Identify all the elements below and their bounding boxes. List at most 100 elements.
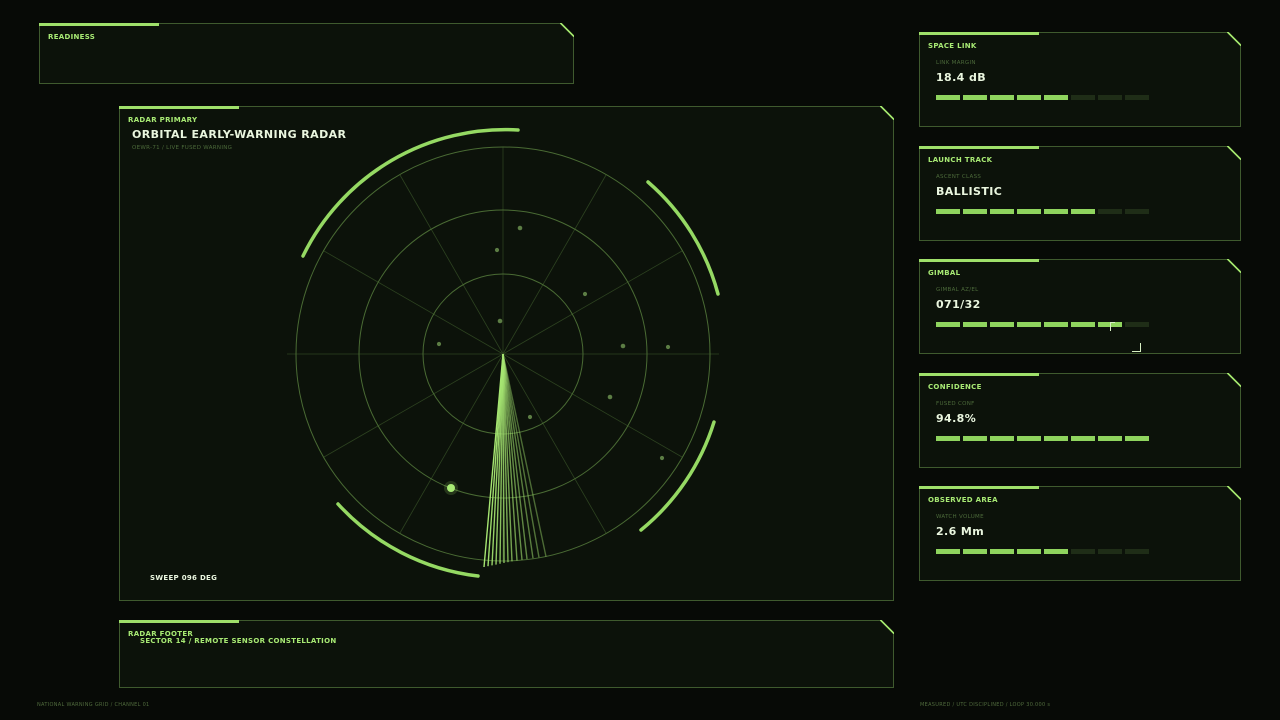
level-segment-filled	[1017, 95, 1041, 100]
level-segment-empty	[1098, 549, 1122, 554]
contact-blip	[436, 341, 442, 347]
panel-corner	[1227, 259, 1241, 273]
level-segment-filled	[963, 549, 987, 554]
level-bar	[936, 95, 1149, 100]
level-segment-empty	[1098, 95, 1122, 100]
level-segment-filled	[1044, 209, 1068, 214]
contact-blip	[497, 318, 503, 324]
metric-value: 18.4 dB	[936, 71, 987, 84]
level-segment-filled	[1071, 209, 1095, 214]
metric-value: BALLISTIC	[936, 185, 1003, 198]
panel-corner	[560, 23, 574, 37]
metric-panel-launch-track: LAUNCH TRACK ASCENT CLASS BALLISTIC	[919, 146, 1241, 241]
contact-blip	[659, 455, 665, 461]
contact-blip	[494, 247, 500, 253]
metric-value: 071/32	[936, 298, 981, 311]
panel-corner	[880, 620, 894, 634]
level-segment-empty	[1098, 209, 1122, 214]
radar-scope	[287, 127, 720, 578]
level-segment-empty	[1125, 322, 1149, 327]
level-segment-filled	[963, 322, 987, 327]
contact-blip	[517, 225, 523, 231]
metric-title: OBSERVED AREA	[928, 496, 998, 504]
tracked-target	[447, 484, 455, 492]
metric-label: FUSED CONF	[936, 401, 975, 407]
level-segment-empty	[1125, 95, 1149, 100]
panel-accent	[919, 259, 1039, 262]
level-segment-filled	[936, 549, 960, 554]
level-segment-filled	[1044, 436, 1068, 441]
measurement-note: MEASURED / UTC DISCIPLINED / LOOP 30.000…	[920, 702, 1051, 708]
contact-blip	[665, 344, 671, 350]
level-segment-filled	[990, 322, 1014, 327]
focus-bracket-top-left	[1110, 322, 1115, 331]
level-segment-filled	[1017, 322, 1041, 327]
readiness-title: READINESS	[48, 33, 96, 41]
metric-title: GIMBAL	[928, 269, 961, 277]
metric-label: WATCH VOLUME	[936, 514, 984, 520]
metric-value: 94.8%	[936, 412, 977, 425]
level-segment-filled	[963, 95, 987, 100]
metric-title: SPACE LINK	[928, 42, 977, 50]
level-segment-filled	[963, 209, 987, 214]
metric-value: 2.6 Mm	[936, 525, 985, 538]
level-segment-filled	[963, 436, 987, 441]
panel-corner	[1227, 32, 1241, 46]
level-segment-filled	[1017, 436, 1041, 441]
level-segment-filled	[936, 436, 960, 441]
metric-panel-observed-area: OBSERVED AREA WATCH VOLUME 2.6 Mm	[919, 486, 1241, 581]
panel-accent	[919, 486, 1039, 489]
panel-corner	[1227, 486, 1241, 500]
radar-panel: RADAR PRIMARY ORBITAL EARLY-WARNING RADA…	[119, 106, 894, 601]
metric-title: LAUNCH TRACK	[928, 156, 993, 164]
level-segment-filled	[1017, 549, 1041, 554]
level-segment-empty	[1071, 95, 1095, 100]
sweep-fan	[483, 353, 547, 568]
level-segment-filled	[990, 95, 1014, 100]
focus-bracket-bottom-right	[1132, 343, 1141, 352]
panel-accent	[919, 373, 1039, 376]
radar-contacts	[436, 225, 671, 461]
panel-accent	[919, 146, 1039, 149]
level-segment-filled	[1044, 322, 1068, 327]
readiness-panel: READINESS	[39, 23, 574, 84]
contact-blip	[620, 343, 626, 349]
contact-blip	[607, 394, 613, 400]
radar-footer-panel: RADAR FOOTER SECTOR 14 / REMOTE SENSOR C…	[119, 620, 894, 688]
level-bar	[936, 436, 1149, 441]
level-segment-filled	[990, 436, 1014, 441]
contact-blip	[527, 414, 533, 420]
metric-label: GIMBAL AZ/EL	[936, 287, 979, 293]
panel-accent	[39, 23, 159, 26]
level-bar	[936, 209, 1149, 214]
panel-accent	[919, 32, 1039, 35]
metric-title: CONFIDENCE	[928, 383, 982, 391]
level-segment-filled	[936, 322, 960, 327]
metric-panel-gimbal: GIMBAL GIMBAL AZ/EL 071/32	[919, 259, 1241, 354]
metric-label: ASCENT CLASS	[936, 174, 982, 180]
contact-blip	[582, 291, 588, 297]
panel-accent	[119, 620, 239, 623]
level-segment-filled	[1071, 322, 1095, 327]
level-segment-filled	[1125, 436, 1149, 441]
level-segment-filled	[1044, 549, 1068, 554]
level-segment-filled	[936, 209, 960, 214]
metric-panel-space-link: SPACE LINK LINK MARGIN 18.4 dB	[919, 32, 1241, 127]
panel-corner	[1227, 373, 1241, 387]
footer-sector-text: SECTOR 14 / REMOTE SENSOR CONSTELLATION	[140, 637, 337, 645]
level-segment-filled	[990, 209, 1014, 214]
metric-panel-confidence: CONFIDENCE FUSED CONF 94.8%	[919, 373, 1241, 468]
metric-label: LINK MARGIN	[936, 60, 976, 66]
level-segment-filled	[1098, 436, 1122, 441]
level-segment-empty	[1071, 549, 1095, 554]
panel-corner	[1227, 146, 1241, 160]
level-segment-filled	[1044, 95, 1068, 100]
grid-channel-note: NATIONAL WARNING GRID / CHANNEL 01	[37, 702, 150, 708]
level-segment-filled	[990, 549, 1014, 554]
level-segment-filled	[936, 95, 960, 100]
level-segment-filled	[1017, 209, 1041, 214]
level-segment-empty	[1125, 209, 1149, 214]
level-bar	[936, 549, 1149, 554]
level-segment-filled	[1071, 436, 1095, 441]
level-segment-empty	[1125, 549, 1149, 554]
